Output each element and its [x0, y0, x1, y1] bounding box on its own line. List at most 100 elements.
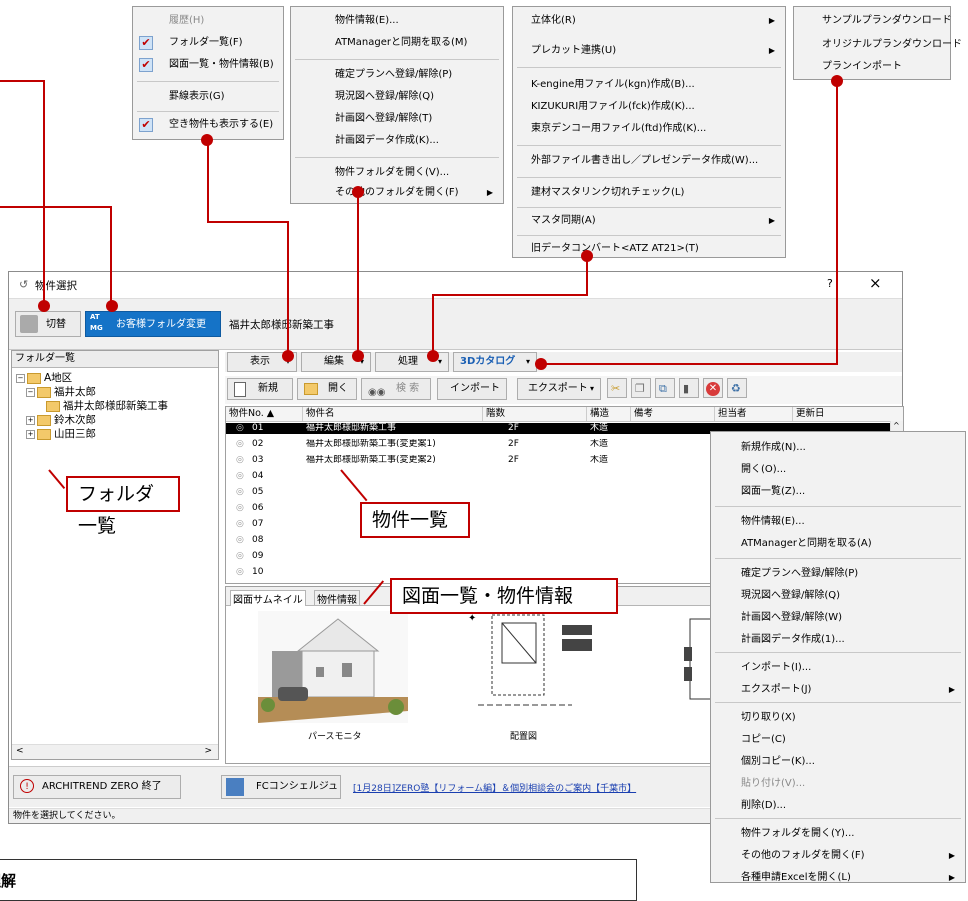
- menu-item-export-file[interactable]: 外部ファイル書き出し／プレゼンデータ作成(W)...: [513, 151, 785, 171]
- submenu-arrow-icon: ▶: [768, 46, 775, 55]
- site-plan-thumbnail[interactable]: ✦: [462, 609, 602, 723]
- scroll-up-icon[interactable]: ^: [893, 421, 900, 430]
- context-menu-item[interactable]: 計画図データ作成(1)...: [711, 630, 965, 650]
- recycle-bin-icon[interactable]: ♻: [727, 378, 747, 398]
- menu-item-kgn[interactable]: K-engine用ファイル(kgn)作成(B)...: [513, 75, 785, 95]
- tree-item[interactable]: + 山田三郎: [26, 427, 96, 441]
- column-header[interactable]: 階数: [482, 407, 586, 421]
- column-header[interactable]: 備考: [630, 407, 714, 421]
- horizontal-scrollbar[interactable]: < >: [12, 744, 218, 759]
- column-header[interactable]: 担当者: [714, 407, 792, 421]
- menu-item-master-sync[interactable]: マスタ同期(A) ▶: [513, 211, 785, 231]
- search-button[interactable]: ◉◉ 検 索: [361, 378, 431, 400]
- news-link[interactable]: [1月28日]ZERO塾【リフォーム編】＆個別相談会のご案内【千葉市】: [353, 781, 636, 794]
- import-button[interactable]: インポート: [437, 378, 507, 400]
- menu-item-drawing-list[interactable]: ✔ 図面一覧・物件情報(B): [133, 55, 283, 75]
- new-button[interactable]: 新規: [227, 378, 293, 400]
- menu-item-original-plan[interactable]: オリジナルプランダウンロード: [794, 35, 962, 55]
- tree-item[interactable]: − A地区: [16, 371, 72, 385]
- menu-item-fck[interactable]: KIZUKURI用ファイル(fck)作成(K)...: [513, 97, 785, 117]
- callout-line: [207, 140, 209, 222]
- scroll-left-icon[interactable]: <: [16, 746, 24, 756]
- cut-icon[interactable]: ✂: [607, 378, 627, 398]
- callout-line: [836, 80, 838, 364]
- context-menu-item[interactable]: 物件フォルダを開く(Y)...: [711, 824, 965, 844]
- paste-icon[interactable]: ▮: [679, 378, 699, 398]
- menu-item-folder-list[interactable]: ✔ フォルダ一覧(F): [133, 33, 283, 53]
- switch-button[interactable]: 切替: [15, 311, 81, 337]
- individual-copy-icon[interactable]: ⧉: [655, 378, 675, 398]
- close-button[interactable]: ×: [869, 274, 882, 292]
- power-icon: !: [20, 779, 34, 793]
- submenu-arrow-icon: ▶: [948, 873, 955, 882]
- row-number: 10: [252, 567, 264, 577]
- column-header[interactable]: 物件No. ▲: [229, 407, 295, 421]
- context-menu-item[interactable]: 現況図へ登録/解除(Q): [711, 586, 965, 606]
- customer-folder-button[interactable]: AT MG お客様フォルダ変更: [85, 311, 221, 337]
- perspective-thumbnail[interactable]: [258, 611, 408, 723]
- menu-item-3d[interactable]: 立体化(R) ▶: [513, 11, 785, 31]
- house-illustration: [258, 611, 408, 723]
- tree-item[interactable]: − 福井太郎: [26, 385, 96, 399]
- menu-item-sample-plan[interactable]: サンプルプランダウンロード: [794, 11, 952, 31]
- context-menu-item[interactable]: 削除(D)...: [711, 796, 965, 816]
- context-menu-item[interactable]: 図面一覧(Z)...: [711, 482, 965, 502]
- menu-item-open-other-folder[interactable]: その他のフォルダを開く(F) ▶: [291, 183, 503, 203]
- delete-icon[interactable]: ✕: [703, 378, 723, 398]
- context-menu-item[interactable]: エクスポート(J) ▶: [711, 680, 965, 700]
- menu-item-open-folder[interactable]: 物件フォルダを開く(V)...: [291, 163, 503, 183]
- menu-3d-catalog[interactable]: 3Dカタログ ▾: [453, 352, 537, 372]
- context-menu-item[interactable]: 物件情報(E)...: [711, 512, 965, 532]
- menu-item-convert[interactable]: 旧データコンバート<ATZ AT21>(T): [513, 239, 785, 259]
- open-button[interactable]: 開く: [297, 378, 357, 400]
- menu-item-plan-drawing[interactable]: 計画図へ登録/解除(T): [291, 109, 503, 129]
- menu-item-show-empty[interactable]: ✔ 空き物件も表示する(E): [133, 115, 283, 135]
- row-number: 01: [252, 423, 264, 433]
- tab-property-info[interactable]: 物件情報: [314, 590, 360, 606]
- row-structure: 木造: [590, 423, 609, 433]
- column-header[interactable]: 物件名: [302, 407, 476, 421]
- export-button[interactable]: エクスポート ▾: [517, 378, 601, 400]
- context-menu-item[interactable]: 開く(O)...: [711, 460, 965, 480]
- tree-item[interactable]: + 鈴木次郎: [26, 413, 96, 427]
- menu-item-precut[interactable]: プレカット連携(U) ▶: [513, 41, 785, 61]
- menu-item-link-check[interactable]: 建材マスタリンク切れチェック(L): [513, 183, 785, 203]
- property-icon: ◎: [236, 487, 244, 497]
- menu-item-confirmed-plan[interactable]: 確定プランへ登録/解除(P): [291, 65, 503, 85]
- column-header[interactable]: 更新日: [792, 407, 886, 421]
- menu-item-atmanager-sync[interactable]: ATManagerと同期を取る(M): [291, 33, 503, 53]
- menu-item-ruled-lines[interactable]: 罫線表示(G): [133, 87, 283, 107]
- context-menu-item[interactable]: インポート(I)...: [711, 658, 965, 678]
- scroll-right-icon[interactable]: >: [204, 746, 212, 756]
- toolbar: 新規 開く ◉◉ 検 索 インポート エクスポート ▾ ✂ ❐ ⧉ ▮ ✕ ♻: [225, 376, 902, 404]
- tab-thumbnail[interactable]: 図面サムネイル: [230, 590, 306, 606]
- fc-concierge-button[interactable]: FCコンシェルジュ: [221, 775, 341, 799]
- menu-item-history[interactable]: 履歴(H): [133, 11, 283, 31]
- copy-icon[interactable]: ❐: [631, 378, 651, 398]
- context-menu-item[interactable]: 新規作成(N)...: [711, 438, 965, 458]
- menu-item-plan-data[interactable]: 計画図データ作成(K)...: [291, 131, 503, 151]
- help-button[interactable]: ?: [827, 277, 833, 290]
- context-menu-item[interactable]: 各種申請Excelを開く(L) ▶: [711, 868, 965, 888]
- menu-separator: [517, 145, 781, 146]
- exit-button[interactable]: ! ARCHITREND ZERO 終了: [13, 775, 181, 799]
- context-menu-item[interactable]: 計画図へ登録/解除(W): [711, 608, 965, 628]
- row-number: 02: [252, 439, 264, 449]
- context-menu-item[interactable]: 貼り付け(V)...: [711, 774, 965, 794]
- callout-line: [110, 206, 112, 306]
- menu-item-ftd[interactable]: 東京デンコー用ファイル(ftd)作成(K)...: [513, 119, 785, 139]
- context-menu-item[interactable]: 個別コピー(K)...: [711, 752, 965, 772]
- menu-item-plan-import[interactable]: プランインポート: [794, 57, 950, 77]
- menu-item-current-drawing[interactable]: 現況図へ登録/解除(Q): [291, 87, 503, 107]
- menu-item-property-info[interactable]: 物件情報(E)...: [291, 11, 503, 31]
- menu-separator: [517, 235, 781, 236]
- context-menu-item[interactable]: 確定プランへ登録/解除(P): [711, 564, 965, 584]
- menu-separator: [517, 67, 781, 68]
- context-menu-item[interactable]: その他のフォルダを開く(F) ▶: [711, 846, 965, 866]
- context-menu-item[interactable]: コピー(C): [711, 730, 965, 750]
- context-menu-item[interactable]: ATManagerと同期を取る(A): [711, 534, 965, 554]
- callout-dot: [581, 250, 593, 262]
- context-menu-item[interactable]: 切り取り(X): [711, 708, 965, 728]
- column-header[interactable]: 構造: [586, 407, 630, 421]
- tree-item[interactable]: 福井太郎様邸新築工事: [46, 399, 168, 413]
